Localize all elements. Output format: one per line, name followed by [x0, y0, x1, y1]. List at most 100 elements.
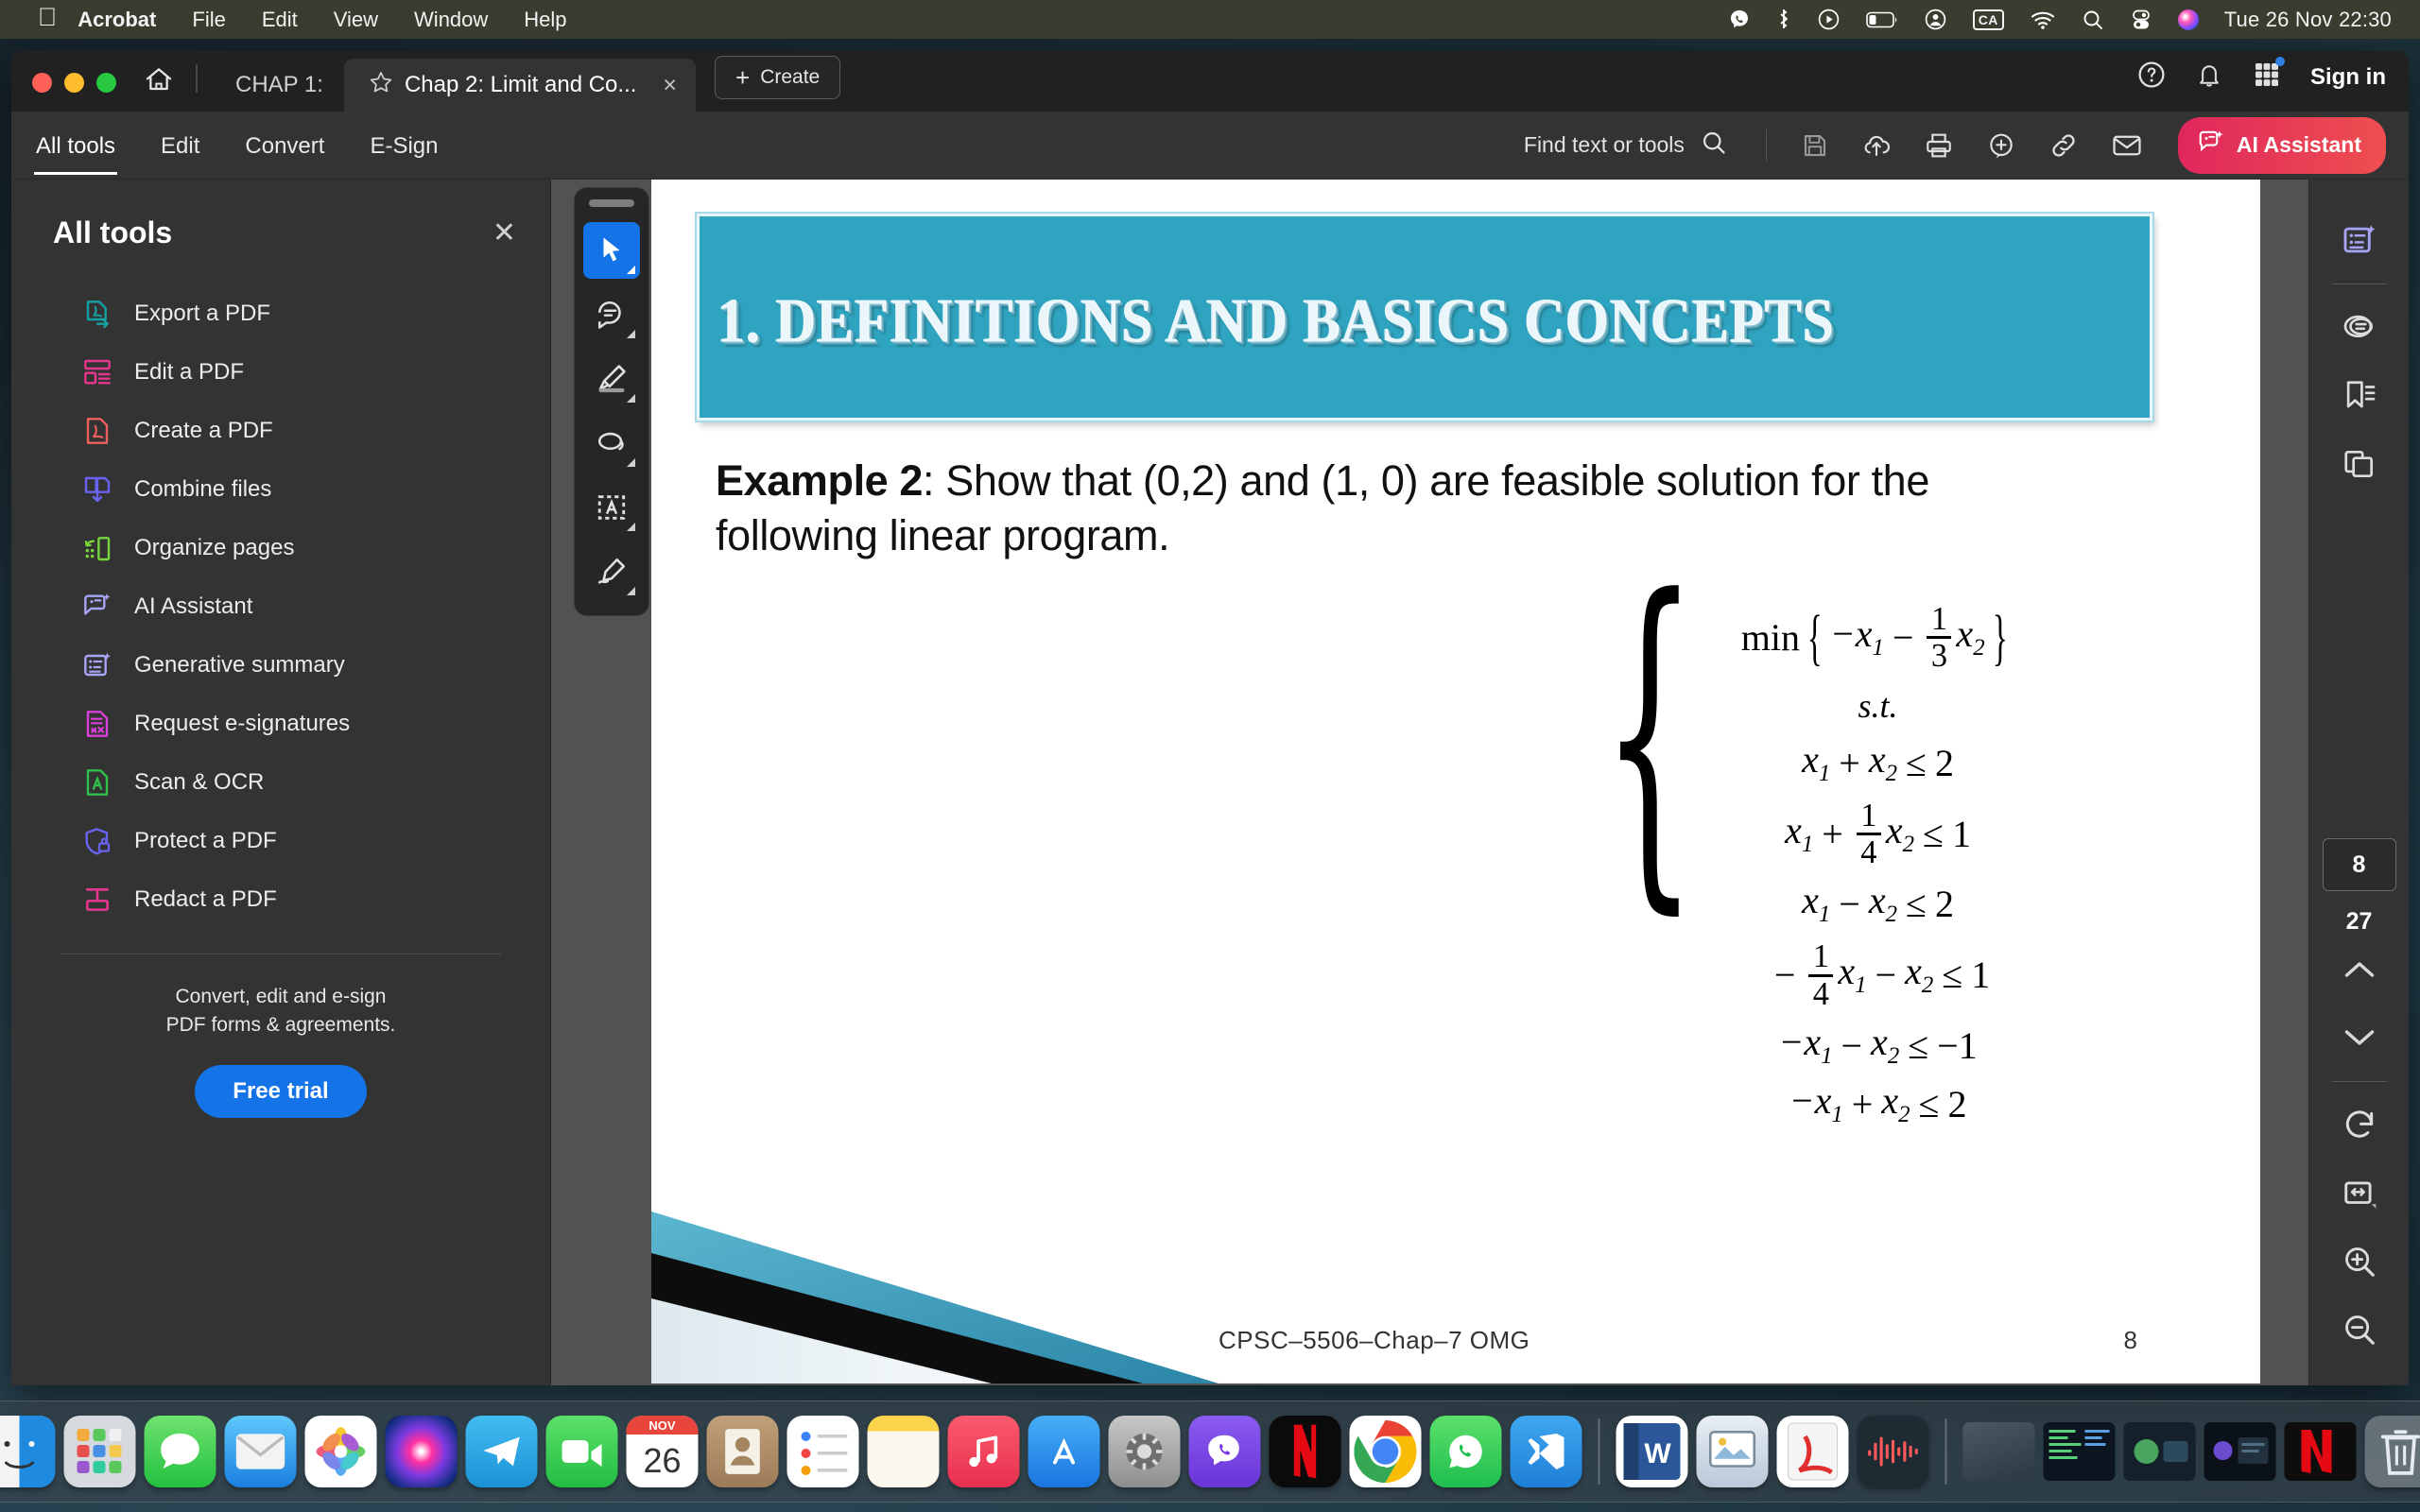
sidebar-item-redact-a-pdf[interactable]: Redact a PDF [11, 870, 550, 929]
window-preview-5[interactable] [2284, 1422, 2357, 1481]
preview-icon[interactable] [1696, 1416, 1769, 1487]
calendar-icon[interactable]: NOV 26 [626, 1416, 699, 1487]
chrome-icon[interactable] [1349, 1416, 1422, 1487]
bluetooth-icon[interactable] [1776, 8, 1791, 32]
app-store-icon[interactable] [1028, 1416, 1100, 1487]
bookmark-list-icon[interactable] [2325, 362, 2394, 430]
whatsapp-icon[interactable] [1429, 1416, 1502, 1487]
word-icon[interactable]: W [1616, 1416, 1688, 1487]
select-cursor-icon[interactable] [583, 222, 640, 279]
menu-app-name[interactable]: Acrobat [78, 8, 156, 32]
apple-icon[interactable]:  [38, 5, 57, 30]
trash-icon[interactable] [2364, 1416, 2420, 1487]
music-icon[interactable] [947, 1416, 1020, 1487]
sidebar-item-protect-a-pdf[interactable]: Protect a PDF [11, 812, 550, 870]
free-trial-button[interactable]: Free trial [195, 1064, 367, 1118]
sign-in-button[interactable]: Sign in [2310, 64, 2386, 91]
acrobat-icon[interactable] [1776, 1416, 1849, 1487]
save-icon[interactable] [1785, 131, 1845, 160]
notes-icon[interactable] [867, 1416, 940, 1487]
wifi-icon[interactable] [2030, 9, 2056, 30]
user-icon[interactable] [1924, 8, 1947, 31]
print-icon[interactable] [1908, 130, 1970, 161]
minimize-window-button[interactable] [64, 73, 84, 93]
chevron-down-icon[interactable] [2325, 1004, 2394, 1072]
zoom-out-icon[interactable] [2325, 1296, 2394, 1364]
signature-pen-icon[interactable] [583, 543, 640, 600]
window-preview-2[interactable] [2043, 1422, 2116, 1481]
spotlight-search-icon[interactable] [2082, 9, 2104, 31]
menu-item-file[interactable]: File [192, 8, 225, 32]
close-icon[interactable]: ✕ [493, 216, 516, 249]
vscode-icon[interactable] [1510, 1416, 1582, 1487]
comment-icon[interactable] [2325, 294, 2394, 362]
ca-input-icon[interactable]: CA [1972, 9, 2004, 30]
messages-icon[interactable] [144, 1416, 216, 1487]
window-controls[interactable] [11, 73, 135, 112]
maximize-window-button[interactable] [96, 73, 116, 93]
viber-icon[interactable] [1728, 9, 1751, 31]
chevron-up-icon[interactable] [2325, 936, 2394, 1004]
contacts-icon[interactable] [706, 1416, 779, 1487]
sidebar-item-export-a-pdf[interactable]: Export a PDF [11, 284, 550, 343]
tab-edit[interactable]: Edit [159, 116, 201, 175]
home-icon[interactable] [135, 64, 196, 112]
pdf-page[interactable]: 1. DEFINITIONS AND BASICS CONCEPTS Examp… [651, 180, 2260, 1383]
help-circle-icon[interactable] [2136, 60, 2167, 94]
photos-icon[interactable] [304, 1416, 377, 1487]
viber-icon[interactable] [1188, 1416, 1261, 1487]
share-link-icon[interactable] [2032, 130, 2095, 161]
find-text-or-tools-button[interactable]: Find text or tools [1524, 129, 1727, 162]
menu-item-edit[interactable]: Edit [262, 8, 298, 32]
drag-handle[interactable] [589, 199, 634, 207]
ai-assistant-button[interactable]: AI Assistant [2177, 116, 2386, 174]
sidebar-item-organize-pages[interactable]: Organize pages [11, 519, 550, 577]
audacity-icon[interactable] [1857, 1416, 1929, 1487]
menu-item-window[interactable]: Window [414, 8, 488, 32]
tab-esign[interactable]: E-Sign [368, 116, 440, 175]
siri-icon[interactable] [385, 1416, 458, 1487]
search-icon[interactable] [1701, 129, 1727, 162]
sidebar-item-edit-a-pdf[interactable]: Edit a PDF [11, 343, 550, 402]
tab-chap-2[interactable]: Chap 2: Limit and Co... × [343, 59, 697, 112]
window-preview-3[interactable] [2123, 1422, 2196, 1481]
sidebar-item-combine-files[interactable]: Combine files [11, 460, 550, 519]
zoom-in-icon[interactable] [2325, 1228, 2394, 1296]
tab-all-tools[interactable]: All tools [34, 116, 118, 175]
menu-item-help[interactable]: Help [524, 8, 566, 32]
current-page-input[interactable]: 8 [2322, 838, 2396, 891]
generative-summary-icon[interactable] [2325, 206, 2394, 274]
tab-chap-1[interactable]: CHAP 1: [198, 59, 344, 112]
playback-icon[interactable] [1817, 8, 1841, 31]
window-preview-4[interactable] [2204, 1422, 2276, 1481]
favorite-star-icon[interactable] [369, 70, 393, 101]
reminders-icon[interactable] [786, 1416, 859, 1487]
netflix-icon[interactable] [1269, 1416, 1341, 1487]
create-button[interactable]: + Create [715, 56, 841, 99]
sidebar-item-ai-assistant[interactable]: AI Assistant [11, 577, 550, 636]
telegram-icon[interactable] [465, 1416, 538, 1487]
facetime-icon[interactable] [545, 1416, 618, 1487]
apps-grid-icon[interactable] [2252, 57, 2285, 94]
sidebar-item-create-a-pdf[interactable]: Create a PDF [11, 402, 550, 460]
tab-convert[interactable]: Convert [243, 116, 326, 175]
menu-item-view[interactable]: View [334, 8, 378, 32]
close-tab-icon[interactable]: × [663, 72, 677, 99]
cloud-upload-icon[interactable] [1845, 130, 1908, 161]
notification-bell-icon[interactable] [2195, 60, 2223, 94]
rotate-icon[interactable] [2325, 1091, 2394, 1160]
select-text-box-icon[interactable] [583, 479, 640, 536]
sidebar-item-request-e-signatures[interactable]: Request e-signatures [11, 695, 550, 753]
siri-icon[interactable] [2177, 9, 2199, 30]
sidebar-item-scan-and-ocr[interactable]: Scan & OCR [11, 753, 550, 812]
sidebar-item-generative-summary[interactable]: Generative summary [11, 636, 550, 695]
mail-icon[interactable] [224, 1416, 297, 1487]
finder-icon[interactable] [0, 1416, 56, 1487]
add-comment-bubble-icon[interactable] [583, 286, 640, 343]
close-window-button[interactable] [32, 73, 52, 93]
email-icon[interactable] [2095, 129, 2159, 162]
fit-page-icon[interactable] [2325, 1160, 2394, 1228]
battery-icon[interactable] [1865, 11, 1898, 28]
launchpad-icon[interactable] [63, 1416, 136, 1487]
control-center-icon[interactable] [2130, 9, 2152, 31]
